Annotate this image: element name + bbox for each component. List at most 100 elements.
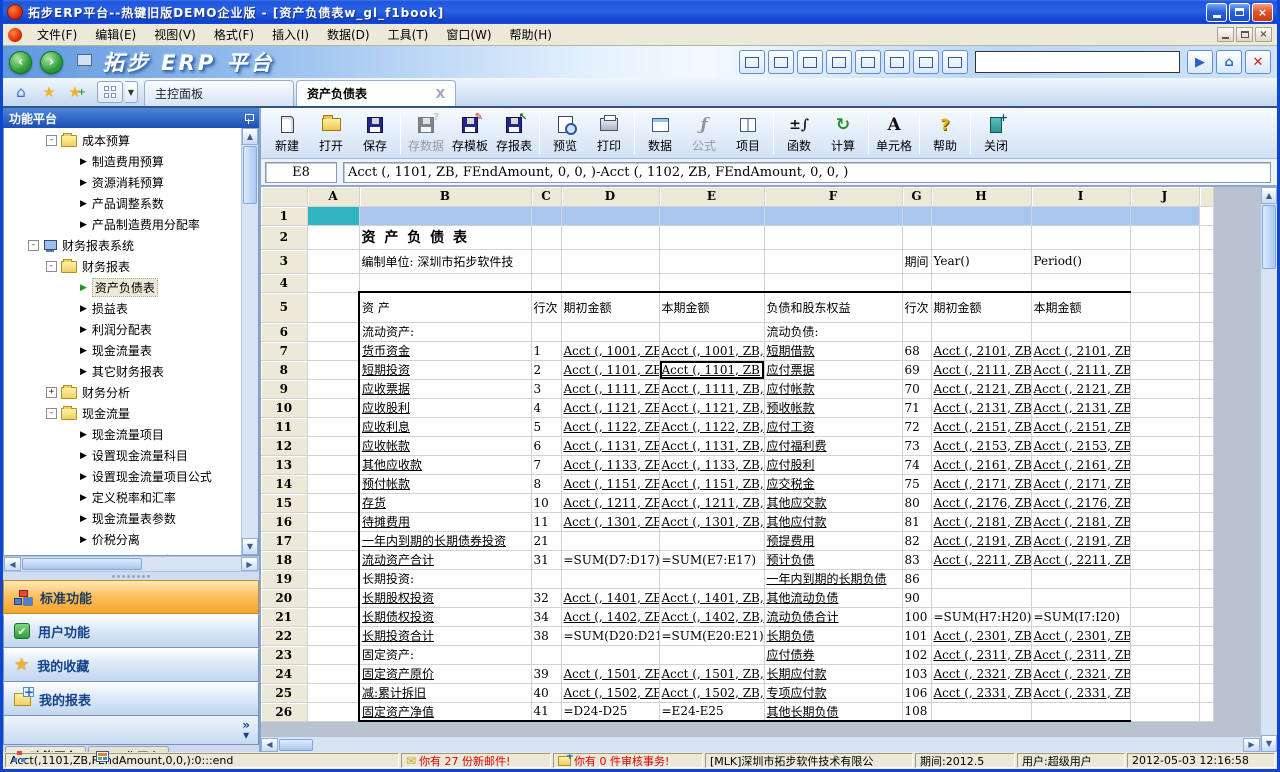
cell-A1[interactable] [307, 206, 359, 225]
cell-C7[interactable]: 1 [531, 341, 561, 360]
cell-F25[interactable]: 专项应付款 [764, 683, 902, 702]
cell-C25[interactable]: 40 [531, 683, 561, 702]
scroll-thumb[interactable] [243, 146, 257, 204]
cell-E24[interactable]: Acct (, 1501, ZB, [659, 664, 764, 683]
row-header-21[interactable]: 21 [261, 607, 307, 626]
tree-item-制造费用预算[interactable]: ▶制造费用预算 [4, 151, 241, 172]
mdi-minimize-button[interactable] [1217, 27, 1234, 42]
cell-A26[interactable] [307, 702, 359, 721]
column-header-E[interactable]: E [659, 187, 764, 206]
cell-B13[interactable]: 其他应收款 [359, 455, 531, 474]
select-all-corner[interactable] [261, 187, 307, 206]
cell-A6[interactable] [307, 322, 359, 341]
cell-J7[interactable] [1130, 341, 1199, 360]
cell-B3[interactable]: 编制单位: 深圳市拓步软件技 [359, 249, 531, 273]
cell-C9[interactable]: 3 [531, 379, 561, 398]
tab-close-icon[interactable]: X [414, 87, 445, 101]
cell-F6[interactable]: 流动负债: [764, 322, 902, 341]
cell-E4[interactable] [659, 273, 764, 292]
cell-H16[interactable]: Acct (, 2181, ZB, [931, 512, 1031, 531]
cell-J12[interactable] [1130, 436, 1199, 455]
scroll-right-icon[interactable]: ▶ [1243, 738, 1260, 752]
cell-D6[interactable] [561, 322, 659, 341]
cell-G24[interactable]: 103 [902, 664, 931, 683]
cell-J23[interactable] [1130, 645, 1199, 664]
cell-C16[interactable]: 11 [531, 512, 561, 531]
cell-H13[interactable]: Acct (, 2161, ZB, [931, 455, 1031, 474]
cell-F7[interactable]: 短期借款 [764, 341, 902, 360]
cell-D21[interactable]: Acct (, 1402, ZB, [561, 607, 659, 626]
accordion-我的收藏[interactable]: ★我的收藏 [3, 648, 259, 682]
cell-G23[interactable]: 102 [902, 645, 931, 664]
cell-F16[interactable]: 其他应付款 [764, 512, 902, 531]
cell-A5[interactable] [307, 292, 359, 322]
cell-G1[interactable] [902, 206, 931, 225]
accordion-overflow[interactable]: »▾ [3, 716, 259, 745]
toolbar-button-帮助[interactable]: ?帮助 [923, 111, 967, 157]
cell-E23[interactable] [659, 645, 764, 664]
cell-I14[interactable]: Acct (, 2171, ZB, [1031, 474, 1130, 493]
cell-C22[interactable]: 38 [531, 626, 561, 645]
cell-A17[interactable] [307, 531, 359, 550]
cell-F18[interactable]: 预计负债 [764, 550, 902, 569]
cell-F13[interactable]: 应付股利 [764, 455, 902, 474]
cell-A18[interactable] [307, 550, 359, 569]
cell-G17[interactable]: 82 [902, 531, 931, 550]
cell-F24[interactable]: 长期应付款 [764, 664, 902, 683]
row-header-1[interactable]: 1 [261, 206, 307, 225]
cell-A12[interactable] [307, 436, 359, 455]
cell-C8[interactable]: 2 [531, 360, 561, 379]
cell-H12[interactable]: Acct (, 2153, ZB, [931, 436, 1031, 455]
search-input[interactable] [975, 51, 1180, 73]
orgchart-icon[interactable] [826, 50, 852, 74]
cell-B23[interactable]: 固定资产: [359, 645, 531, 664]
cell-G3[interactable]: 期间 [902, 249, 931, 273]
cell-I8[interactable]: Acct (, 2111, ZB, [1031, 360, 1130, 379]
cell-E22[interactable]: =SUM(E20:E21) [659, 626, 764, 645]
cell-C13[interactable]: 7 [531, 455, 561, 474]
menu-item-3[interactable]: 格式(F) [205, 24, 263, 45]
forward-icon[interactable]: › [40, 51, 63, 74]
cell-J5[interactable] [1130, 292, 1199, 322]
cell-B2[interactable]: 资 产 负 债 表 [359, 225, 531, 249]
toolbar-button-新建[interactable]: 新建 [265, 111, 309, 157]
cell-F22[interactable]: 长期负债 [764, 626, 902, 645]
cell-B24[interactable]: 固定资产原价 [359, 664, 531, 683]
report-list-icon[interactable] [913, 50, 939, 74]
tree-item-设置现金流量科目[interactable]: ▶设置现金流量科目 [4, 445, 241, 466]
cell-I3[interactable]: Period() [1031, 249, 1130, 273]
cell-J13[interactable] [1130, 455, 1199, 474]
cell-A19[interactable] [307, 569, 359, 588]
cell-E3[interactable] [659, 249, 764, 273]
status-mail[interactable]: ✉ 你有 27 份新邮件! [401, 753, 551, 768]
cell-J11[interactable] [1130, 417, 1199, 436]
cell-C2[interactable] [531, 225, 561, 249]
cell-H4[interactable] [931, 273, 1031, 292]
menu-item-0[interactable]: 文件(F) [28, 24, 86, 45]
cell-G15[interactable]: 80 [902, 493, 931, 512]
cell-B18[interactable]: 流动资产合计 [359, 550, 531, 569]
tree-item-产品调整系数[interactable]: ▶产品调整系数 [4, 193, 241, 214]
sheet-horizontal-scrollbar[interactable]: ◀ ▶ [261, 736, 1260, 752]
cell-G18[interactable]: 83 [902, 550, 931, 569]
cell-H22[interactable]: Acct (, 2301, ZB, [931, 626, 1031, 645]
menu-item-2[interactable]: 视图(V) [145, 24, 205, 45]
row-header-26[interactable]: 26 [261, 702, 307, 721]
tree-item-现金流量表参数[interactable]: ▶现金流量表参数 [4, 508, 241, 529]
cell-G4[interactable] [902, 273, 931, 292]
column-header-A[interactable]: A [307, 187, 359, 206]
scroll-down-icon[interactable]: ▼ [1261, 735, 1277, 752]
cell-I13[interactable]: Acct (, 2161, ZB, [1031, 455, 1130, 474]
tree-vertical-scrollbar[interactable]: ▲ ▼ [241, 128, 258, 555]
menu-item-8[interactable]: 帮助(H) [501, 24, 561, 45]
cell-G13[interactable]: 74 [902, 455, 931, 474]
cell-E15[interactable]: Acct (, 1211, ZB, [659, 493, 764, 512]
row-header-22[interactable]: 22 [261, 626, 307, 645]
cell-E8[interactable]: Acct (, 1101, ZB [659, 360, 764, 379]
collapse-icon[interactable]: - [46, 408, 57, 419]
cell-D17[interactable] [561, 531, 659, 550]
cell-G14[interactable]: 75 [902, 474, 931, 493]
cell-G10[interactable]: 71 [902, 398, 931, 417]
scroll-thumb[interactable] [1262, 205, 1276, 269]
cell-J8[interactable] [1130, 360, 1199, 379]
